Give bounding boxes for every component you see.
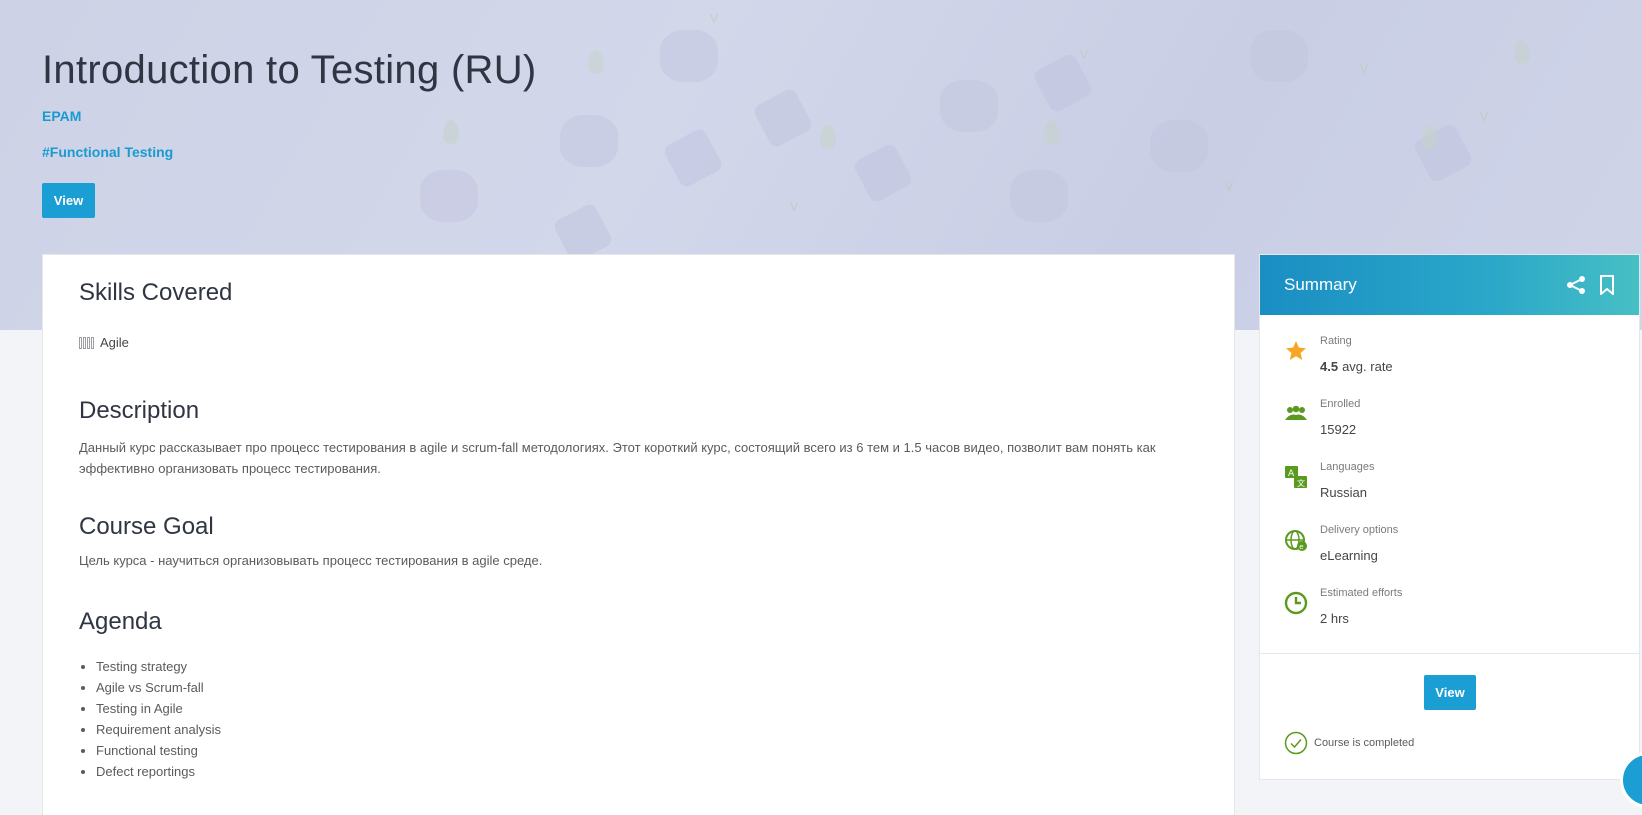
- decor-leaf: [1514, 40, 1530, 64]
- decor-shape: [940, 80, 998, 132]
- language-icon: A 文: [1285, 466, 1307, 488]
- rating-value-line: 4.5 avg. rate: [1320, 359, 1393, 374]
- globe-icon: e: [1285, 530, 1307, 551]
- agenda-list: Testing strategy Agile vs Scrum-fall Tes…: [96, 656, 221, 782]
- delivery-label: Delivery options: [1320, 524, 1399, 536]
- share-icon[interactable]: [1565, 275, 1587, 295]
- decor-shape: [420, 170, 478, 222]
- skills-title: Skills Covered: [79, 279, 233, 306]
- decor-leaf: [588, 50, 604, 74]
- svg-text:e: e: [1299, 543, 1303, 551]
- summary-enrolled: Enrolled 15922: [1284, 398, 1360, 437]
- agenda-item: Requirement analysis: [96, 719, 221, 740]
- decor-leaf: [443, 120, 459, 144]
- summary-card: Summary Rating 4.5 avg. rate Enrolled 15…: [1259, 254, 1640, 780]
- languages-label: Languages: [1320, 461, 1375, 473]
- decor-shape: [1010, 170, 1068, 222]
- languages-value: Russian: [1320, 485, 1367, 500]
- description-title: Description: [79, 397, 200, 424]
- svg-text:文: 文: [1297, 478, 1305, 488]
- agenda-item: Defect reportings: [96, 761, 221, 782]
- efforts-label: Estimated efforts: [1320, 587, 1403, 599]
- decor-shape: [751, 86, 815, 150]
- check-circle-icon: [1284, 731, 1308, 755]
- course-goal-title: Course Goal: [79, 513, 214, 540]
- rating-value: 4.5: [1320, 359, 1339, 374]
- skill-label: Agile: [100, 335, 129, 350]
- decor-grass: ᐯ: [1225, 180, 1234, 194]
- agenda-item: Testing in Agile: [96, 698, 221, 719]
- summary-view-button[interactable]: View: [1424, 675, 1476, 710]
- clock-icon: [1284, 591, 1308, 615]
- efforts-value: 2 hrs: [1320, 611, 1349, 626]
- decor-grass: ᐯ: [710, 12, 719, 26]
- summary-title: Summary: [1284, 275, 1357, 294]
- course-goal-text: Цель курса - научиться организовывать пр…: [79, 553, 543, 568]
- completion-text: Course is completed: [1314, 737, 1415, 749]
- summary-divider: [1260, 653, 1639, 654]
- agenda-item: Functional testing: [96, 740, 221, 761]
- description-text: Данный курс рассказывает про процесс тес…: [79, 440, 1156, 476]
- people-icon: [1285, 405, 1307, 420]
- decor-shape: [851, 141, 915, 205]
- decor-leaf: [1044, 120, 1060, 144]
- completion-status: Course is completed: [1284, 731, 1414, 755]
- course-details-card: Skills Covered Agile Description Данный …: [42, 254, 1235, 815]
- page-title: Introduction to Testing (RU): [42, 48, 537, 92]
- decor-grass: ᐯ: [1360, 62, 1369, 76]
- decor-grass: ᐯ: [1480, 110, 1489, 124]
- enrolled-label: Enrolled: [1320, 398, 1361, 410]
- star-icon: [1286, 341, 1306, 360]
- summary-rating: Rating 4.5 avg. rate: [1284, 335, 1393, 374]
- decor-grass: ᐯ: [790, 200, 799, 214]
- skill-item: Agile: [79, 335, 129, 350]
- enrolled-value: 15922: [1320, 422, 1357, 437]
- summary-delivery: e Delivery options eLearning: [1284, 524, 1398, 563]
- decor-shape: [1250, 30, 1308, 82]
- rating-suffix: avg. rate: [1342, 359, 1393, 374]
- decor-leaf: [820, 125, 836, 149]
- summary-languages: A 文 Languages Russian: [1284, 461, 1374, 500]
- hero-view-button[interactable]: View: [42, 183, 95, 218]
- decor-shape: [660, 30, 718, 82]
- summary-efforts: Estimated efforts 2 hrs: [1284, 587, 1402, 626]
- agenda-title: Agenda: [79, 608, 162, 635]
- decor-grass: ᐯ: [1080, 48, 1089, 62]
- skill-bars-icon: [79, 336, 94, 349]
- decor-shape: [661, 126, 725, 190]
- bookmark-icon[interactable]: [1599, 275, 1615, 295]
- agenda-item: Agile vs Scrum-fall: [96, 677, 221, 698]
- decor-shape: [1150, 120, 1208, 172]
- topic-tag-link[interactable]: #Functional Testing: [42, 144, 173, 160]
- provider-link[interactable]: EPAM: [42, 108, 81, 124]
- decor-shape: [1411, 121, 1475, 185]
- agenda-item: Testing strategy: [96, 656, 221, 677]
- decor-leaf: [1422, 125, 1438, 149]
- summary-header: Summary: [1260, 255, 1639, 315]
- decor-shape: [560, 115, 618, 167]
- svg-text:A: A: [1288, 469, 1295, 479]
- rating-label: Rating: [1320, 335, 1352, 347]
- delivery-value: eLearning: [1320, 548, 1378, 563]
